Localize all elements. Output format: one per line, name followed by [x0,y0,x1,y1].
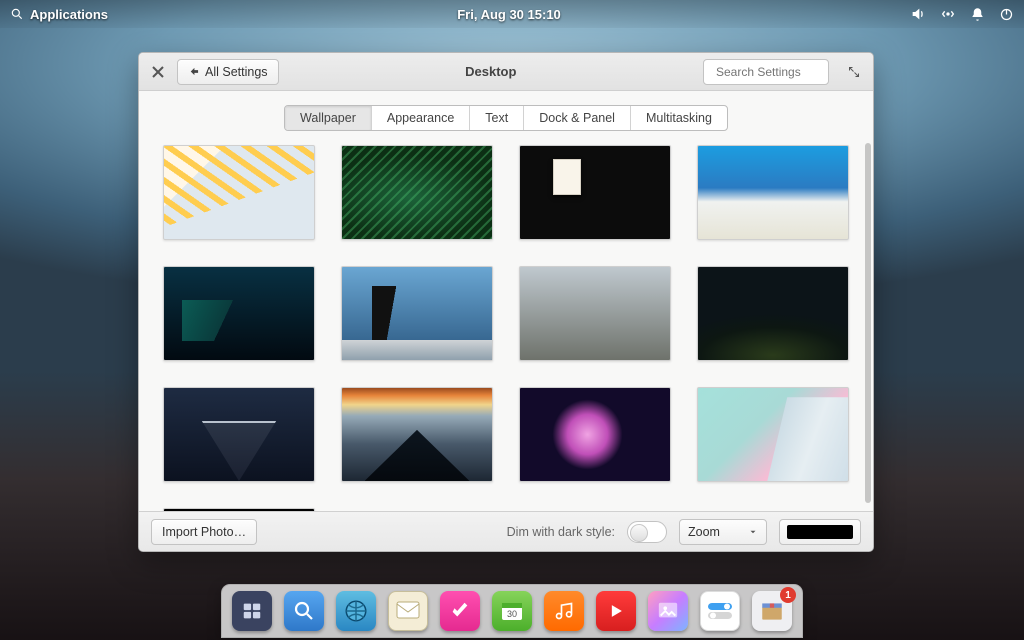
color-preview [787,525,853,539]
videos-icon[interactable] [596,591,636,631]
dim-label: Dim with dark style: [507,525,615,539]
appcenter-icon[interactable]: 1 [752,591,792,631]
photos-icon[interactable] [648,591,688,631]
settings-tabbar: WallpaperAppearanceTextDock & PanelMulti… [139,91,873,141]
wallpaper-snowy-roof[interactable] [519,266,671,361]
import-label: Import Photo… [162,525,246,539]
back-arrow-icon [188,66,199,77]
applications-menu[interactable]: Applications [10,7,108,22]
wallpaper-pier-sunset[interactable] [341,387,493,482]
wallpaper-solid-black[interactable] [163,508,315,511]
wallpaper-yosemite-valley[interactable] [697,266,849,361]
switchboard-icon[interactable] [700,591,740,631]
wallpaper-sea-arch[interactable] [341,266,493,361]
wallpaper-flower-petals[interactable] [163,145,315,240]
import-photo-button[interactable]: Import Photo… [151,519,257,545]
tab-multitasking[interactable]: Multitasking [631,106,727,130]
close-button[interactable] [147,61,169,83]
fit-value: Zoom [688,525,720,539]
tab-dock-panel[interactable]: Dock & Panel [524,106,631,130]
background-color-button[interactable] [779,519,861,545]
wallpaper-dark-room[interactable] [519,145,671,240]
chevron-down-icon [748,527,758,537]
search-icon [10,7,24,21]
maximize-icon [848,66,860,78]
dock: 30 1 [221,584,803,638]
svg-text:30: 30 [507,609,517,619]
sound-icon[interactable] [910,6,926,22]
calendar-icon[interactable]: 30 [492,591,532,631]
session-icon[interactable] [999,7,1014,22]
update-badge: 1 [780,587,796,603]
tasks-icon[interactable] [440,591,480,631]
scrollbar[interactable] [865,143,871,503]
wallpaper-pastel-building[interactable] [697,387,849,482]
wallpaper-coastline[interactable] [697,145,849,240]
window-title: Desktop [287,64,695,79]
tab-wallpaper[interactable]: Wallpaper [285,106,372,130]
files-icon[interactable] [284,591,324,631]
system-settings-window: All Settings Desktop WallpaperAppearance… [138,52,874,552]
dim-toggle[interactable] [627,521,667,543]
web-icon[interactable] [336,591,376,631]
window-titlebar: All Settings Desktop [139,53,873,91]
wallpaper-pink-dahlia[interactable] [519,387,671,482]
wallpaper-toolbar: Import Photo… Dim with dark style: Zoom [139,511,873,551]
notifications-icon[interactable] [970,7,985,22]
clock[interactable]: Fri, Aug 30 15:10 [457,7,561,22]
tab-text[interactable]: Text [470,106,524,130]
search-settings[interactable] [703,59,829,85]
wallpaper-aurora-cliffs[interactable] [163,266,315,361]
tab-appearance[interactable]: Appearance [372,106,470,130]
back-label: All Settings [205,65,268,79]
network-icon[interactable] [940,6,956,22]
wallpaper-half-dome-night[interactable] [163,387,315,482]
applications-label: Applications [30,7,108,22]
back-all-settings-button[interactable]: All Settings [177,59,279,85]
top-panel: Applications Fri, Aug 30 15:10 [0,0,1024,28]
multitasking-icon[interactable] [232,591,272,631]
maximize-button[interactable] [843,61,865,83]
fit-select[interactable]: Zoom [679,519,767,545]
mail-icon[interactable] [388,591,428,631]
wallpaper-content [139,141,873,511]
wallpaper-green-fern[interactable] [341,145,493,240]
close-icon [152,66,164,78]
wallpaper-grid [163,145,849,511]
music-icon[interactable] [544,591,584,631]
